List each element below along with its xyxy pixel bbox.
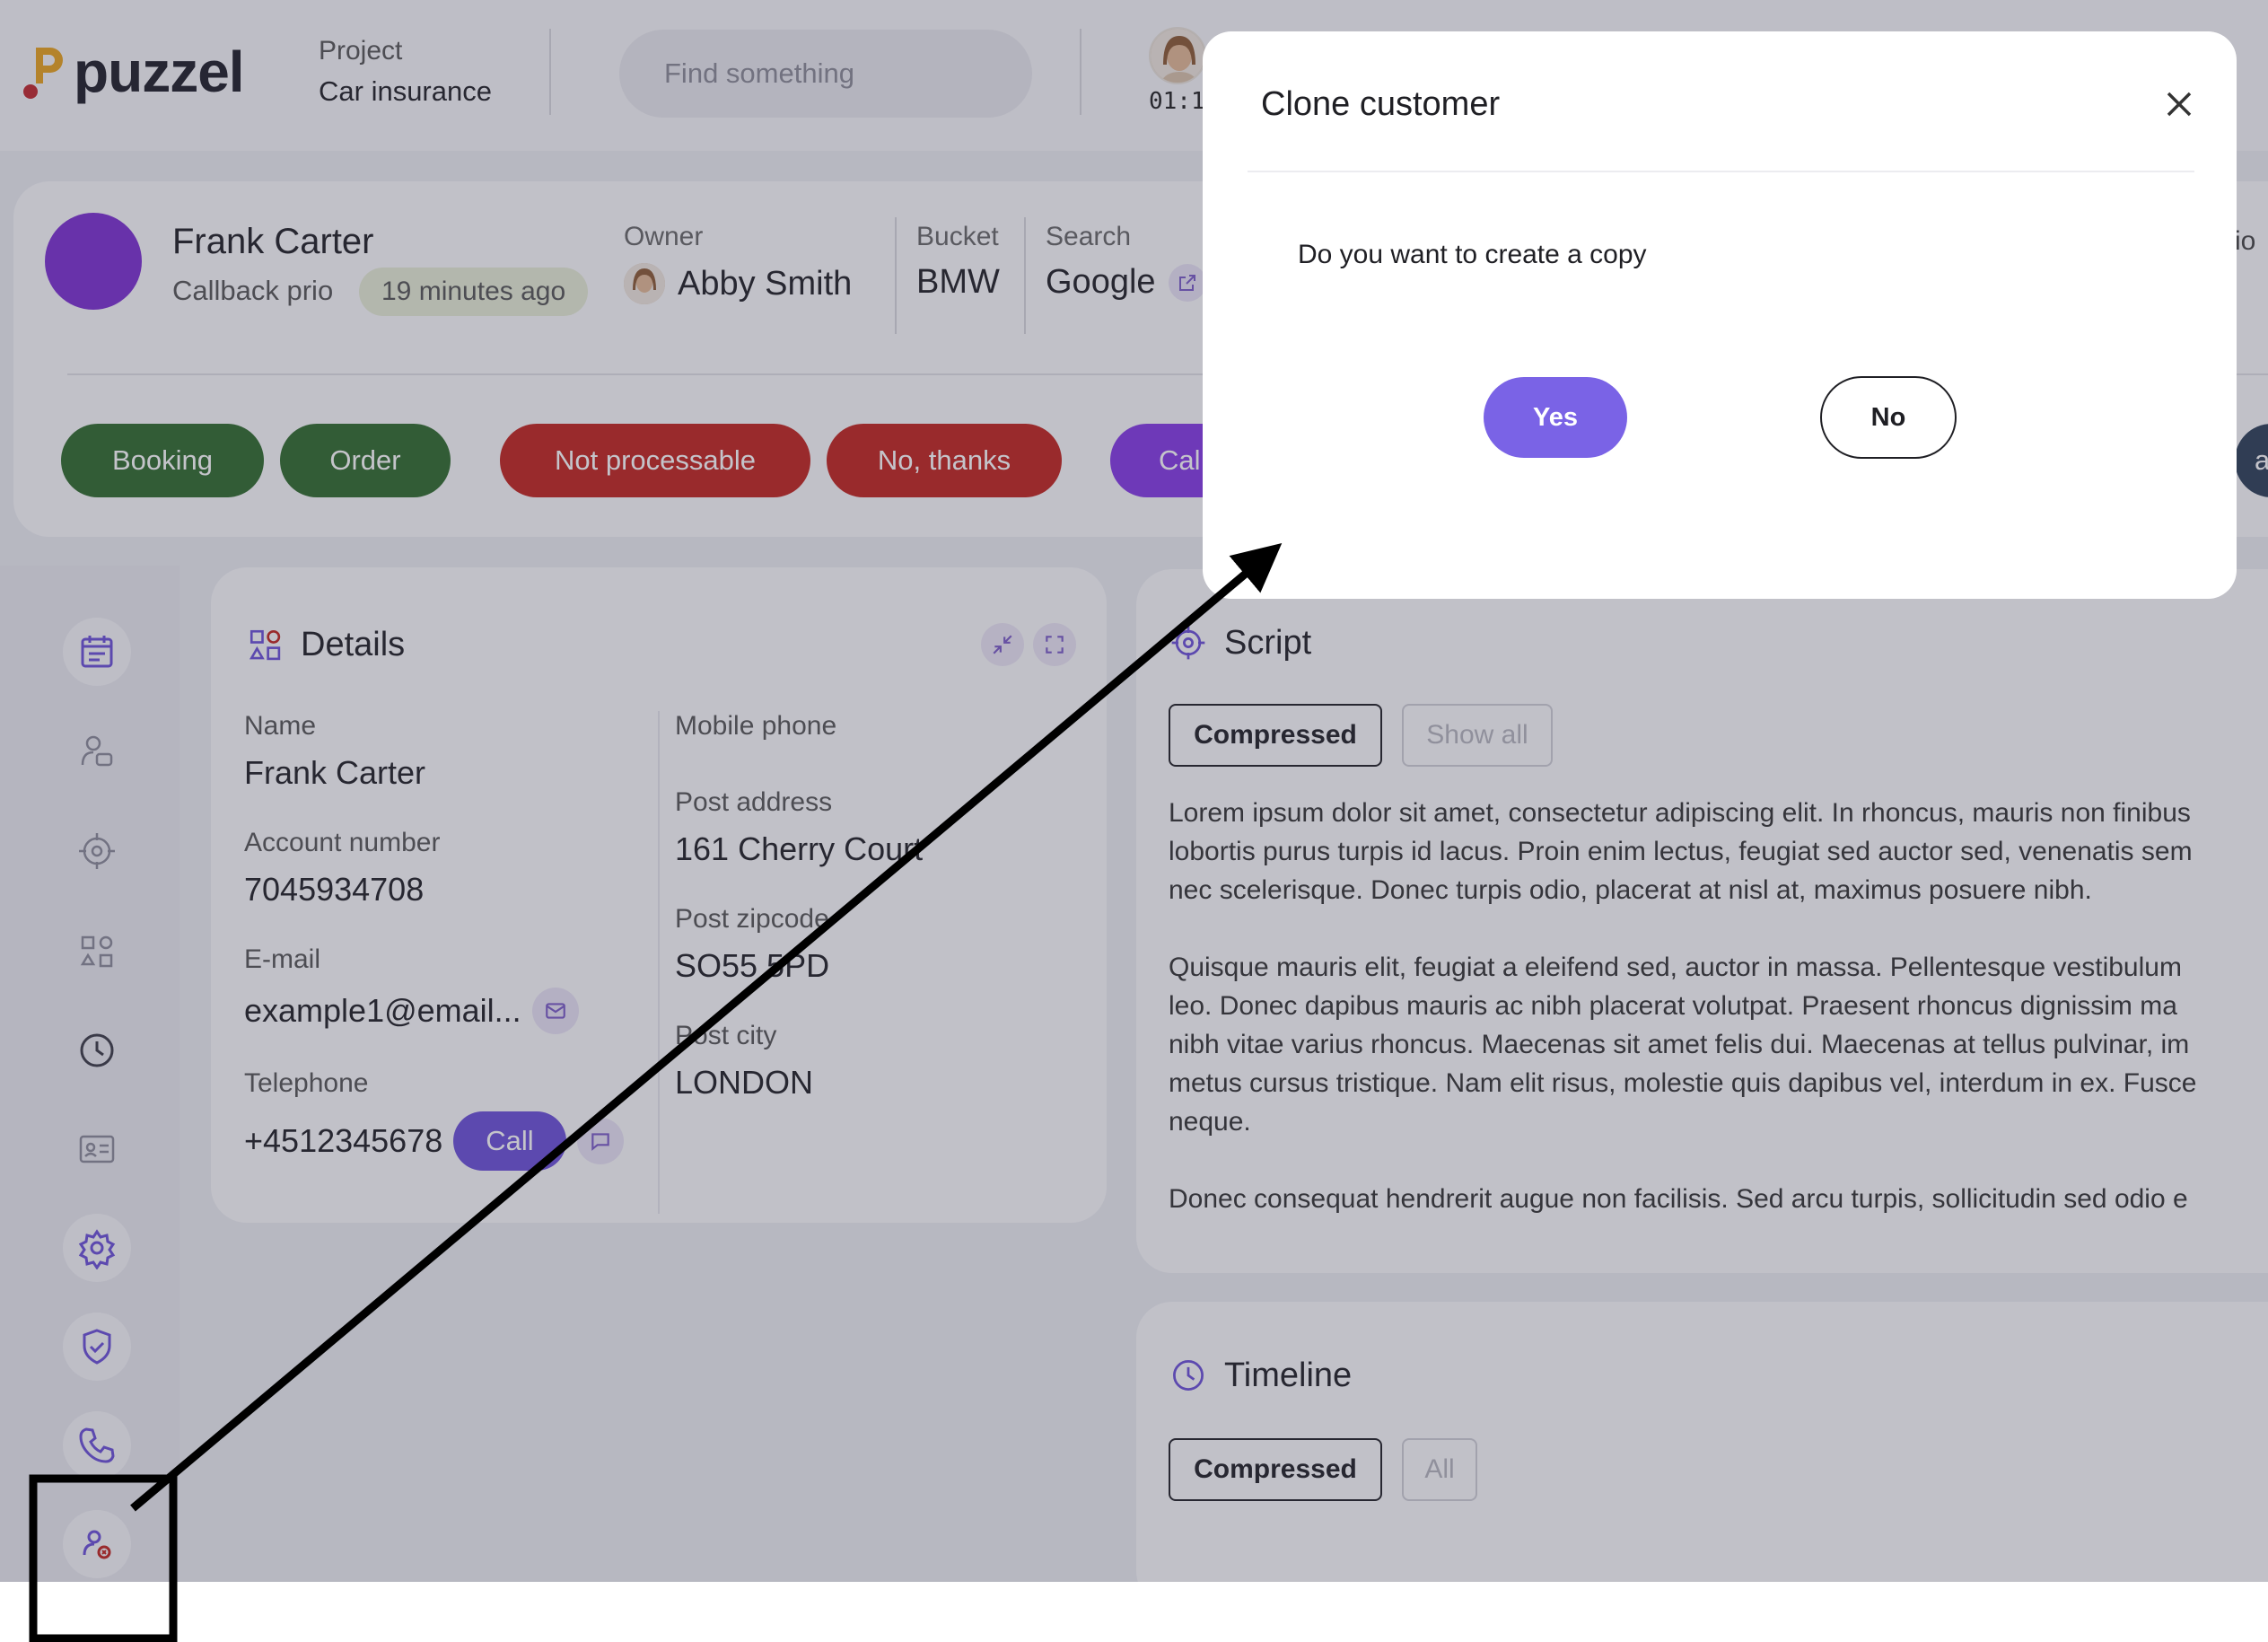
- app-root: puzzel Project Car insurance Find someth…: [0, 0, 2268, 1582]
- dialog-title: Clone customer: [1261, 85, 1501, 123]
- close-icon[interactable]: [2159, 83, 2200, 125]
- dialog-message: Do you want to create a copy: [1298, 240, 1647, 269]
- dialog-divider: [1248, 171, 2194, 172]
- clone-customer-dialog: Clone customer Do you want to create a c…: [1203, 31, 2237, 599]
- no-button[interactable]: No: [1820, 376, 1957, 459]
- yes-button[interactable]: Yes: [1484, 377, 1627, 458]
